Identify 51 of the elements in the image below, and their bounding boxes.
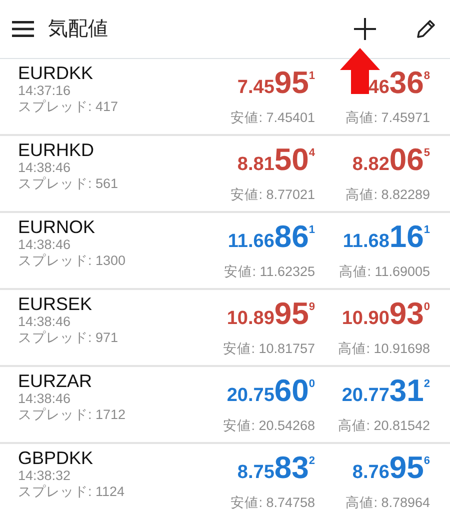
symbol-label: EURSEK: [18, 294, 94, 314]
quote-row[interactable]: GBPDKK 14:38:32 スプレッド: 1124 8.7583$^{2}$ 安値: 8.74758 8.7695$^{6}$ 高値: 8.78964: [0, 444, 450, 519]
spread-label: スプレッド: 1124: [18, 484, 126, 500]
high-label: 高値: 10.91698: [338, 341, 430, 357]
symbol-label: EURHKD: [18, 140, 96, 160]
bid-price: 20.7560$^{0}$: [226, 372, 315, 401]
low-label: 安値: 10.81757: [223, 341, 315, 357]
ask-price: 8.8206$^{5}$: [352, 141, 430, 170]
spread-label: スプレッド: 1300: [18, 253, 127, 269]
symbol-label: EURDKK: [18, 63, 94, 83]
time-label: 14:38:46: [18, 391, 72, 407]
ask-price: 20.7731$^{2}$: [342, 372, 430, 401]
symbol-label: EURNOK: [18, 217, 96, 237]
bid-price: 11.6686$^{1}$: [228, 218, 315, 247]
spread-label: スプレッド: 1712: [18, 407, 127, 423]
high-label: 高値: 11.69005: [339, 264, 430, 280]
screen-title: 気配値: [48, 17, 108, 42]
low-label: 安値: 8.77021: [230, 187, 315, 203]
time-label: 14:38:46: [18, 160, 72, 176]
pencil-icon[interactable]: [416, 19, 436, 39]
add-icon[interactable]: [354, 18, 376, 40]
time-label: 14:38:46: [18, 237, 72, 253]
low-label: 安値: 11.62325: [224, 264, 315, 280]
quote-row[interactable]: EURZAR 14:38:46 スプレッド: 1712 20.7560$^{0}$ 安値: 20.54268 20.7731$^{2}$ 高値: 20.81542: [0, 367, 450, 444]
spread-label: スプレッド: 971: [18, 330, 120, 346]
menu-icon[interactable]: [12, 21, 34, 37]
low-label: 安値: 20.54268: [223, 418, 315, 434]
symbol-label: EURZAR: [18, 371, 94, 391]
spread-label: スプレッド: 561: [18, 176, 120, 192]
bid-price: 8.8150$^{4}$: [237, 141, 315, 170]
time-label: 14:38:46: [18, 314, 72, 330]
ask-price: 10.9093$^{0}$: [342, 295, 430, 324]
high-label: 高値: 8.82289: [346, 187, 430, 203]
bid-price: 10.8995$^{9}$: [226, 295, 315, 324]
bid-price: 8.7583$^{2}$: [237, 449, 315, 478]
ask-price: 4636$^{8}$: [368, 64, 430, 93]
ask-price: 8.7695$^{6}$: [352, 449, 430, 478]
high-label: 高値: 20.81542: [338, 418, 430, 434]
low-label: 安値: 7.45401: [230, 110, 315, 126]
quote-row[interactable]: EURSEK 14:38:46 スプレッド: 971 10.8995$^{9}$ 安値: 10.81757 10.9093$^{0}$ 高値: 10.91698: [0, 290, 450, 367]
high-label: 高値: 8.78964: [346, 495, 430, 511]
quote-row[interactable]: EURNOK 14:38:46 スプレッド: 1300 11.6686$^{1}$ 安値: 11.62325 11.6816$^{1}$ 高値: 11.69005: [0, 213, 450, 290]
high-label: 高値: 7.45971: [346, 110, 430, 126]
symbol-label: GBPDKK: [18, 448, 94, 468]
time-label: 14:38:32: [18, 468, 72, 484]
low-label: 安値: 8.74758: [230, 495, 315, 511]
quote-row[interactable]: EURHKD 14:38:46 スプレッド: 561 8.8150$^{4}$ 安値: 8.77021 8.8206$^{5}$ 高値: 8.82289: [0, 136, 450, 213]
ask-price: 11.6816$^{1}$: [342, 218, 430, 247]
time-label: 14:37:16: [18, 83, 72, 99]
bid-price: 7.4595$^{1}$: [237, 64, 315, 93]
spread-label: スプレッド: 417: [18, 99, 120, 115]
